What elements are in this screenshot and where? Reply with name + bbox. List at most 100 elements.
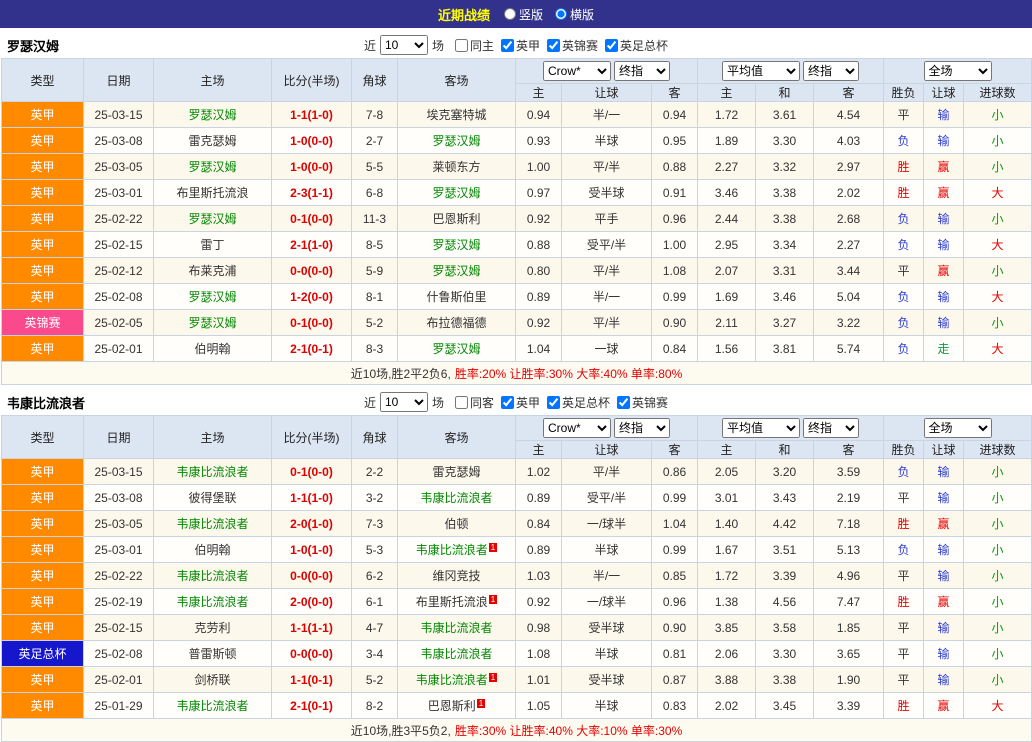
league-one-filter-option[interactable]: 英甲 [501,394,540,411]
goals-cell: 小 [964,511,1032,537]
away-team-cell: 布里斯托流浪1 [398,589,516,615]
handicap-result-cell: 输 [924,563,964,589]
fa-cup-filter[interactable] [605,39,618,52]
match-row: 英足总杯25-02-08普雷斯顿0-0(0-0)3-4韦康比流浪者1.08半球0… [2,641,1032,667]
match-row: 英甲25-03-01伯明翰1-0(1-0)5-3韦康比流浪者10.89半球0.9… [2,537,1032,563]
odds-home-cell: 1.03 [516,563,562,589]
team-name: 罗瑟汉姆 [432,186,480,200]
vertical-layout-radio[interactable] [504,8,516,20]
efl-trophy-filter[interactable] [547,39,560,52]
away-team-cell: 韦康比流浪者 [398,641,516,667]
goals-cell: 小 [964,537,1032,563]
avg-home-cell: 3.88 [698,667,756,693]
handicap-result-cell: 赢 [924,180,964,206]
sub-result: 胜负 [884,441,924,459]
handicap-cell: 一/球半 [562,511,652,537]
odds-home-cell: 0.92 [516,310,562,336]
league-cell: 英甲 [2,615,84,641]
efl-trophy-filter-option[interactable]: 英锦赛 [617,394,668,411]
same-home-filter-option[interactable]: 同主 [455,37,494,54]
efl-trophy-filter[interactable] [617,396,630,409]
team-name: 罗瑟汉姆 [188,212,236,226]
league-cell: 英甲 [2,284,84,310]
league-cell: 英甲 [2,511,84,537]
odds-stage-select[interactable]: 终指 [614,418,670,438]
fa-cup-filter[interactable] [547,396,560,409]
score-cell: 2-0(0-0) [272,589,352,615]
team-name: 巴恩斯利 [432,212,480,226]
home-team-cell: 克劳利 [154,615,272,641]
league-one-filter[interactable] [501,396,514,409]
fa-cup-filter-option[interactable]: 英足总杯 [605,37,668,54]
near-label: 近 [364,394,376,411]
fa-cup-filter-option[interactable]: 英足总杯 [547,394,610,411]
horizontal-layout-radio-option[interactable]: 横版 [555,6,594,23]
home-team-cell: 罗瑟汉姆 [154,284,272,310]
avg-away-cell: 1.85 [814,615,884,641]
match-row: 英甲25-02-15雷丁2-1(1-0)8-5罗瑟汉姆0.88受平/半1.002… [2,232,1032,258]
avg-draw-cell: 3.81 [756,336,814,362]
result-cell: 胜 [884,154,924,180]
league-cell: 英锦赛 [2,310,84,336]
scope-select[interactable]: 全场 [924,61,992,81]
result-cell: 负 [884,232,924,258]
sub-avg-away: 客 [814,84,884,102]
same-away-filter[interactable] [455,396,468,409]
avg-draw-cell: 3.38 [756,206,814,232]
corner-cell: 7-3 [352,511,398,537]
league-cell: 英甲 [2,537,84,563]
avg-odds-select[interactable]: 平均值 [722,61,800,81]
team-name: 罗瑟汉姆 [432,342,480,356]
team-name: 克劳利 [194,621,230,635]
horizontal-layout-radio[interactable] [555,8,567,20]
same-home-filter[interactable] [455,39,468,52]
sub-avg-away: 客 [814,441,884,459]
avg-draw-cell: 3.30 [756,641,814,667]
summary-text: 近10场,胜2平2负6, [351,367,451,381]
handicap-cell: 受半球 [562,180,652,206]
odds-company-select[interactable]: Crow* [543,61,611,81]
home-team-cell: 韦康比流浪者 [154,693,272,719]
corner-cell: 2-7 [352,128,398,154]
avg-away-cell: 7.47 [814,589,884,615]
league-one-filter-option[interactable]: 英甲 [501,37,540,54]
avg-draw-cell: 3.39 [756,563,814,589]
same-away-filter-option[interactable]: 同客 [455,394,494,411]
avg-home-cell: 3.85 [698,615,756,641]
efl-trophy-filter-option[interactable]: 英锦赛 [547,37,598,54]
result-cell: 负 [884,459,924,485]
date-cell: 25-03-15 [84,459,154,485]
score-cell: 2-1(0-1) [272,693,352,719]
col-home: 主场 [154,416,272,459]
team-name: 什鲁斯伯里 [426,290,486,304]
home-team-cell: 罗瑟汉姆 [154,206,272,232]
goals-cell: 小 [964,258,1032,284]
avg-home-cell: 1.38 [698,589,756,615]
league-cell: 英甲 [2,589,84,615]
match-count-select[interactable]: 10 [380,35,428,55]
avg-away-cell: 5.74 [814,336,884,362]
goals-cell: 小 [964,102,1032,128]
handicap-cell: 半/一 [562,102,652,128]
avg-stage-select[interactable]: 终指 [803,61,859,81]
team-name: 韦康比流浪者 [416,673,488,687]
corner-cell: 8-2 [352,693,398,719]
avg-odds-select[interactable]: 平均值 [722,418,800,438]
team-name: 伯顿 [444,517,468,531]
avg-away-cell: 3.22 [814,310,884,336]
odds-away-cell: 0.99 [652,485,698,511]
fa-cup-filter-label: 英足总杯 [620,37,668,54]
odds-company-select[interactable]: Crow* [543,418,611,438]
league-one-filter[interactable] [501,39,514,52]
odds-stage-select[interactable]: 终指 [614,61,670,81]
match-count-select[interactable]: 10 [380,392,428,412]
odds-home-cell: 0.89 [516,537,562,563]
avg-home-cell: 1.72 [698,102,756,128]
vertical-layout-radio-option[interactable]: 竖版 [504,6,543,23]
league-cell: 英甲 [2,485,84,511]
avg-stage-select[interactable]: 终指 [803,418,859,438]
scope-group-header: 全场 [884,59,1032,84]
col-away: 客场 [398,416,516,459]
league-cell: 英甲 [2,128,84,154]
scope-select[interactable]: 全场 [924,418,992,438]
